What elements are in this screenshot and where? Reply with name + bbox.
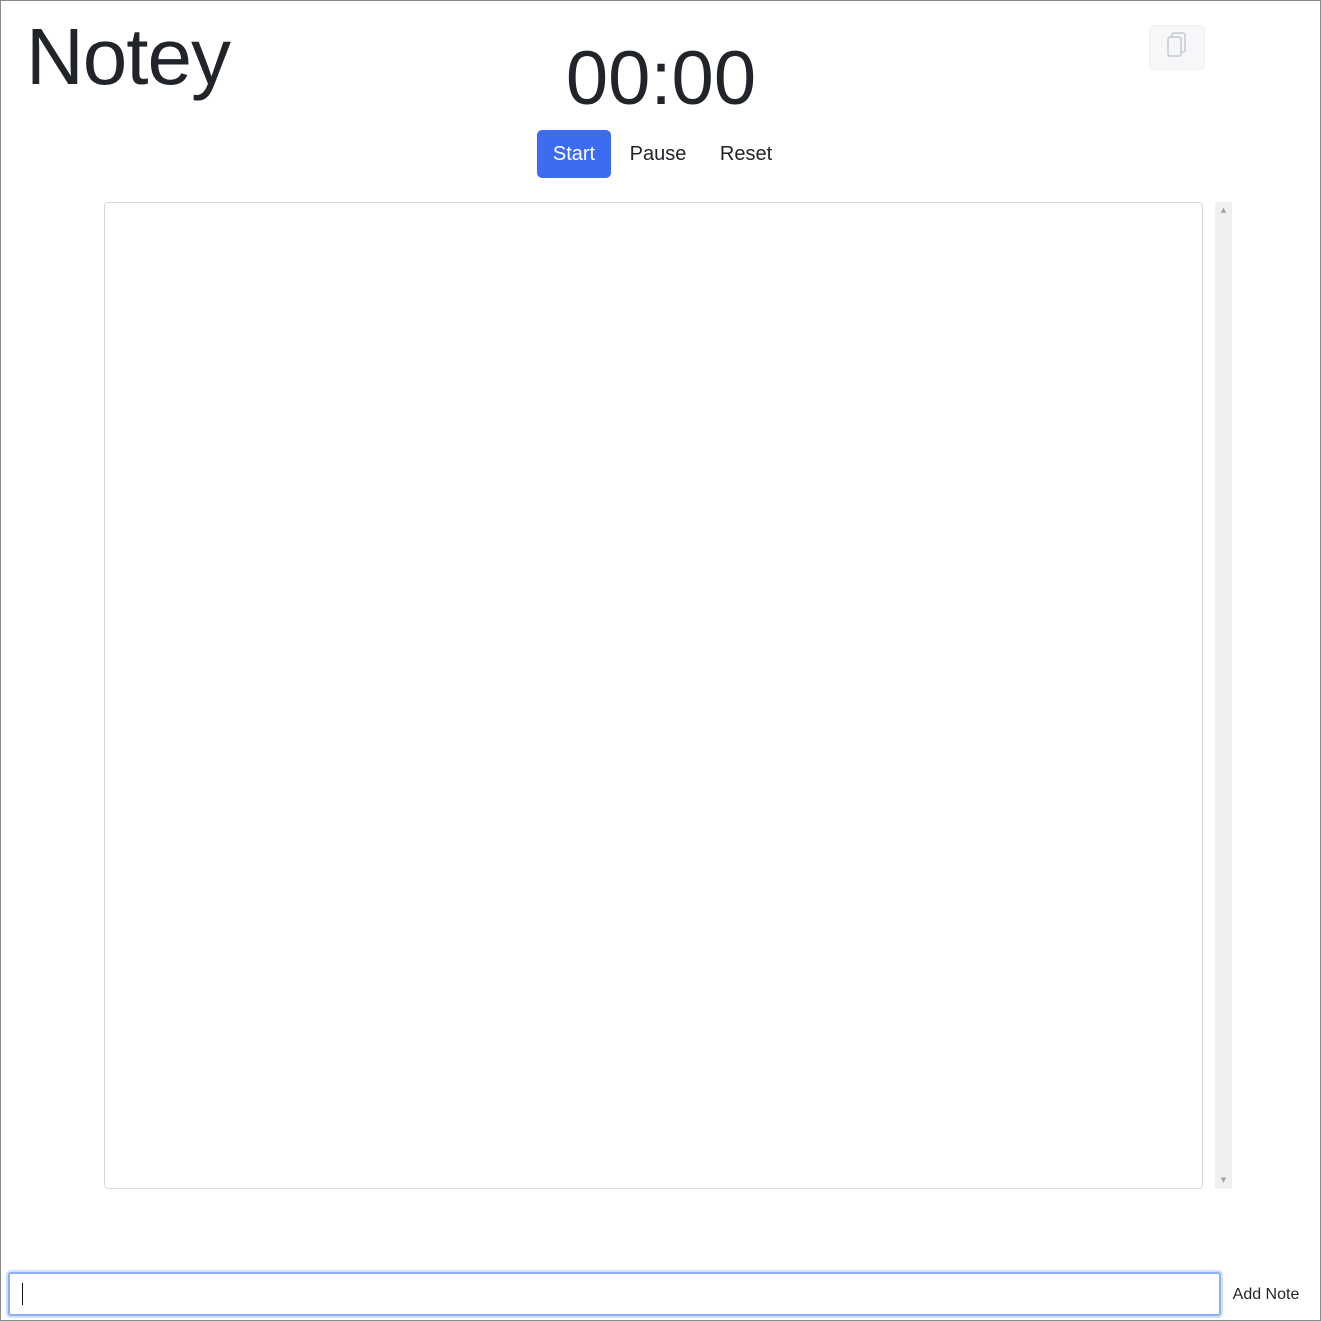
start-button[interactable]: Start [537,130,611,178]
notes-list[interactable] [104,202,1203,1189]
notes-scrollbar[interactable]: ▲ ▼ [1215,202,1232,1189]
app-title: Notey [26,12,231,101]
reset-button[interactable]: Reset [705,130,787,178]
copy-button[interactable] [1149,25,1205,70]
scroll-down-arrow-icon[interactable]: ▼ [1215,1172,1232,1189]
note-input[interactable] [8,1272,1221,1316]
timer-controls: Start Pause Reset [537,130,787,178]
add-note-button[interactable]: Add Note [1223,1276,1309,1314]
pause-button[interactable]: Pause [611,130,705,178]
copy-icon [1165,31,1189,64]
timer-display: 00:00 [565,36,757,121]
text-caret [22,1283,23,1305]
scroll-up-arrow-icon[interactable]: ▲ [1215,202,1232,219]
app-window: Notey 00:00 Start Pause Reset ▲ ▼ Add No… [0,0,1321,1321]
